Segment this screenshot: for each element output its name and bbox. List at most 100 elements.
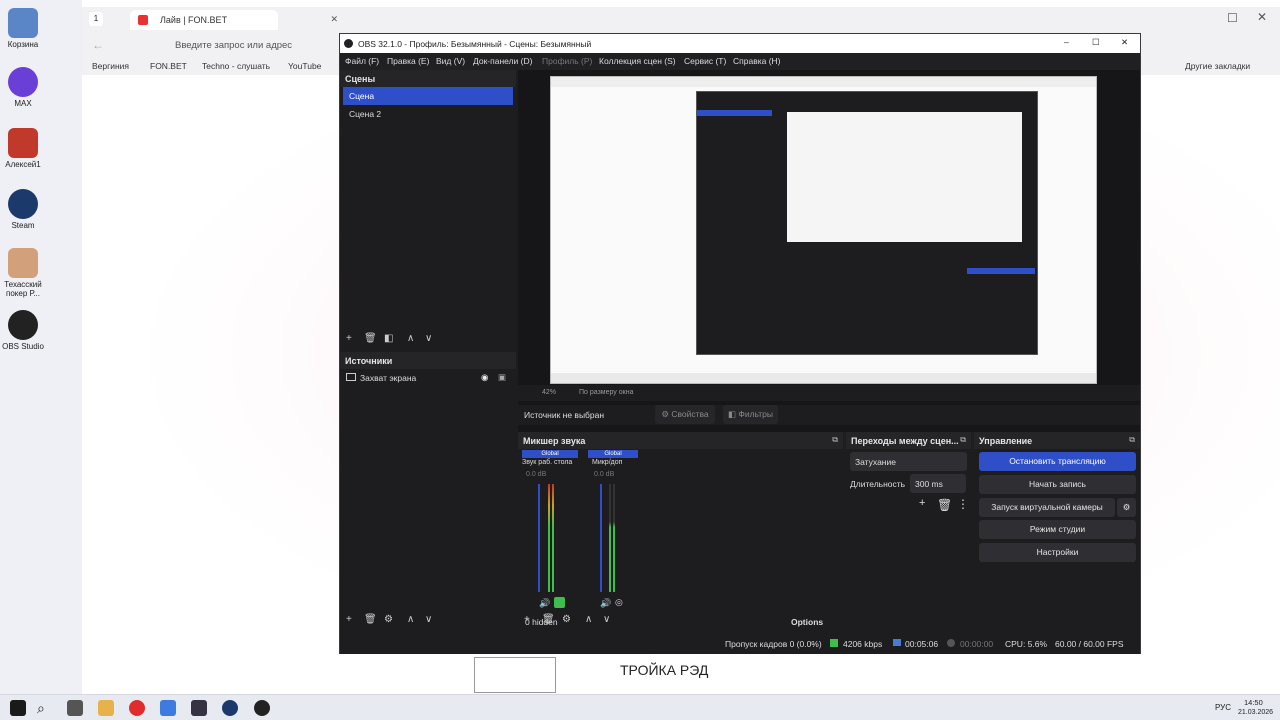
steam-icon[interactable]: [222, 700, 238, 716]
channel-db: 0.0 dB: [526, 471, 547, 478]
tab-counter[interactable]: 1: [89, 12, 103, 26]
volume-slider[interactable]: [600, 484, 602, 592]
virtual-camera-button[interactable]: Запуск виртуальной камеры: [979, 498, 1115, 517]
search-icon[interactable]: ⌕: [37, 700, 53, 716]
add-icon[interactable]: +: [346, 333, 352, 344]
duration-input[interactable]: 300 ms: [910, 474, 966, 493]
bookmark-item[interactable]: YouTube: [288, 61, 321, 71]
preview-zoom-bar: 42% По размеру окна: [518, 385, 1140, 401]
bookmark-item[interactable]: Techno - слушать: [202, 61, 270, 71]
volume-slider[interactable]: [538, 484, 540, 592]
menu-help[interactable]: Справка (H): [733, 56, 781, 66]
menu-docks[interactable]: Док-панели (D): [473, 56, 532, 66]
start-icon[interactable]: [10, 700, 26, 716]
filter-icon[interactable]: ◧: [384, 333, 393, 344]
channel-name[interactable]: Звук раб. стола: [522, 459, 572, 466]
trash-icon[interactable]: 🗑: [937, 498, 952, 512]
zoom-fit-select[interactable]: По размеру окна: [579, 389, 633, 396]
headphones-icon[interactable]: [554, 597, 565, 608]
recycle-bin-shortcut[interactable]: Корзина: [2, 8, 44, 49]
eye-icon[interactable]: ◉: [481, 372, 488, 383]
minimize-icon[interactable]: –: [1064, 37, 1069, 47]
headphones-icon[interactable]: ◎: [615, 597, 623, 608]
level-meter: [552, 484, 554, 592]
obs-shortcut[interactable]: OBS Studio: [2, 310, 44, 351]
lock-icon[interactable]: ▣: [498, 372, 506, 383]
mixer-options[interactable]: Options: [791, 617, 823, 627]
menu-tools[interactable]: Сервис (T): [684, 56, 726, 66]
up-arrow-icon[interactable]: ∧: [407, 333, 414, 344]
fps: 60.00 / 60.00 FPS: [1055, 639, 1124, 649]
virtual-camera-gear-icon[interactable]: ⚙: [1117, 498, 1136, 517]
zoom-level[interactable]: 42%: [542, 389, 556, 396]
add-icon[interactable]: +: [346, 614, 352, 625]
down-arrow-icon[interactable]: ∨: [425, 614, 432, 625]
channel-name[interactable]: Микр/доп: [592, 459, 622, 466]
taskbar: ⌕ РУС 14:50 21.03.2026: [0, 694, 1280, 720]
game-shortcut[interactable]: Алексей1: [2, 128, 44, 169]
stop-stream-button[interactable]: Остановить трансляцию: [979, 452, 1136, 471]
menu-scene-collection[interactable]: Коллекция сцен (S): [599, 56, 676, 66]
up-arrow-icon[interactable]: ∧: [585, 614, 592, 625]
file-explorer-icon[interactable]: [98, 700, 114, 716]
down-arrow-icon[interactable]: ∨: [425, 333, 432, 344]
obs-icon[interactable]: [254, 700, 270, 716]
gear-icon[interactable]: ⚙: [384, 614, 393, 625]
app-icon[interactable]: [160, 700, 176, 716]
scene-item[interactable]: Сцена: [343, 87, 513, 105]
speaker-icon[interactable]: 🔊: [600, 598, 611, 609]
address-input[interactable]: Введите запрос или адрес: [175, 40, 292, 51]
task-view-icon[interactable]: [67, 700, 83, 716]
settings-button[interactable]: Настройки: [979, 543, 1136, 562]
sources-dock: Источники Захват экрана ◉ ▣ + 🗑 ⚙ ∧ ∨: [340, 352, 516, 632]
speaker-icon[interactable]: 🔊: [539, 598, 550, 609]
steam-shortcut[interactable]: Steam: [2, 189, 44, 230]
bookmark-item[interactable]: FON.BET: [150, 61, 187, 71]
maximize-icon[interactable]: ☐: [1092, 37, 1100, 48]
gear-icon[interactable]: ⚙: [562, 614, 571, 625]
clock-date[interactable]: 21.03.2026: [1238, 709, 1273, 716]
filters-button[interactable]: ◧ Фильтры: [723, 405, 778, 424]
clock-time[interactable]: 14:50: [1244, 698, 1263, 707]
close-window-icon[interactable]: ✕: [1257, 10, 1267, 24]
poker-shortcut[interactable]: Техасский покер Р...: [2, 248, 44, 298]
trash-icon[interactable]: 🗑: [364, 333, 377, 344]
properties-button[interactable]: ⚙ Свойства: [655, 405, 715, 424]
close-icon[interactable]: ✕: [1121, 37, 1128, 48]
transitions-dock: Переходы между сцен... ⧉ Затухание Длител…: [846, 432, 971, 632]
more-icon[interactable]: ⋮: [957, 497, 969, 511]
dropped-frames: Пропуск кадров 0 (0.0%): [725, 639, 822, 649]
dock-title: Источники: [340, 352, 516, 369]
add-icon[interactable]: +: [919, 497, 925, 509]
up-arrow-icon[interactable]: ∧: [407, 614, 414, 625]
floor-plan-image: [474, 657, 556, 693]
scene-item[interactable]: Сцена 2: [343, 105, 513, 123]
game-icon[interactable]: [191, 700, 207, 716]
other-bookmarks[interactable]: Другие закладки: [1185, 61, 1250, 71]
float-icon: ⧉: [1129, 435, 1135, 444]
trash-icon[interactable]: 🗑: [364, 614, 377, 625]
page-heading: ТРОЙКА РЭД: [620, 662, 709, 678]
transition-select[interactable]: Затухание: [850, 452, 967, 471]
start-record-button[interactable]: Начать запись: [979, 475, 1136, 494]
hidden-count[interactable]: 0 hidden: [525, 617, 558, 627]
float-icon: ⧉: [832, 435, 838, 444]
record-icon: [947, 639, 955, 647]
menu-edit[interactable]: Правка (E): [387, 56, 429, 66]
menu-profile[interactable]: Профиль (P): [542, 56, 592, 66]
float-icon: ⧉: [960, 435, 966, 444]
source-item[interactable]: Захват экрана ◉ ▣: [340, 369, 516, 387]
dock-title: Сцены: [340, 70, 516, 87]
down-arrow-icon[interactable]: ∨: [603, 614, 610, 625]
menu-view[interactable]: Вид (V): [436, 56, 465, 66]
bookmark-item[interactable]: Вергиния: [92, 61, 129, 71]
yandex-browser-icon[interactable]: [129, 700, 145, 716]
close-tab-icon[interactable]: ✕: [330, 14, 338, 25]
language-indicator[interactable]: РУС: [1215, 703, 1231, 712]
maximize-icon[interactable]: ☐: [1227, 11, 1238, 25]
menu-file[interactable]: Файл (F): [345, 56, 379, 66]
max-shortcut[interactable]: MAX: [2, 67, 44, 108]
back-icon[interactable]: ←: [92, 38, 104, 52]
studio-mode-button[interactable]: Режим студии: [979, 520, 1136, 539]
tab-fonbet[interactable]: Лайв | FON.BET ✕: [130, 10, 338, 30]
